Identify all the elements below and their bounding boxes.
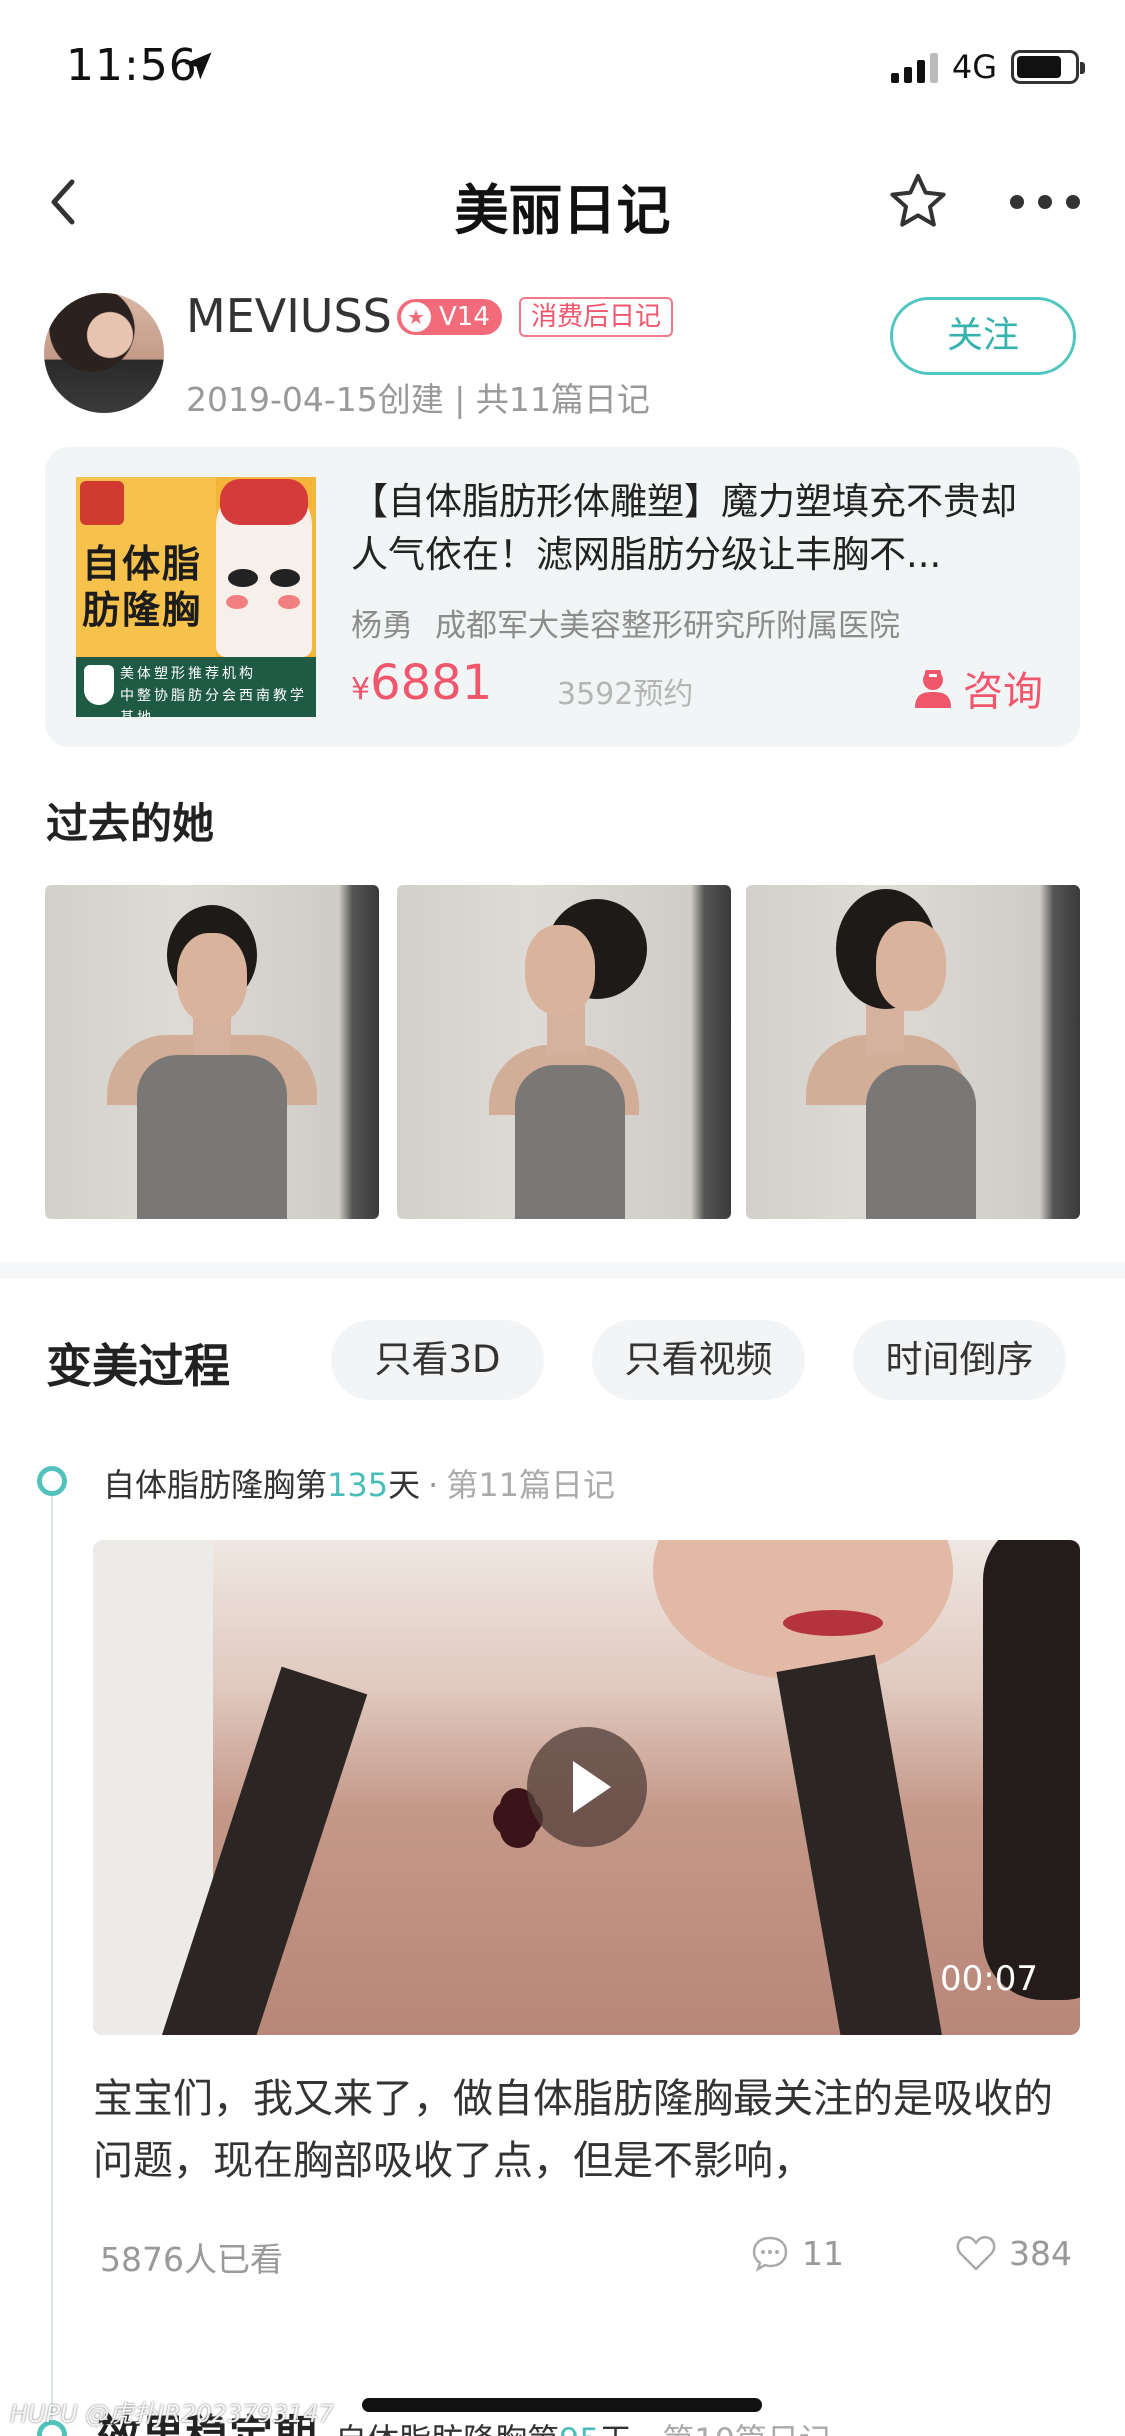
- product-card[interactable]: 自体脂肪隆胸 美体塑形推荐机构 中整协脂肪分会西南教学基地 【自体脂肪形体雕塑】…: [45, 447, 1080, 747]
- location-arrow-icon: [184, 52, 212, 80]
- network-label: 4G: [951, 48, 997, 86]
- entry-day: 135: [327, 1466, 389, 1504]
- product-price: ¥6881: [351, 655, 492, 711]
- home-indicator: [362, 2398, 762, 2412]
- entry-count: 第11篇日记: [446, 1466, 616, 1504]
- product-image: 自体脂肪隆胸 美体塑形推荐机构 中整协脂肪分会西南教学基地: [76, 477, 316, 717]
- next-entry-separator: ·: [642, 2421, 652, 2436]
- past-photo-back-side[interactable]: [746, 885, 1080, 1219]
- views-count: 5876人已看: [100, 2240, 283, 2279]
- sticker-icon: [80, 481, 124, 525]
- level-badge: ★ V14: [397, 299, 502, 335]
- play-icon[interactable]: [527, 1727, 647, 1847]
- filter-video-button[interactable]: 只看视频: [592, 1320, 805, 1400]
- shield-icon: [84, 665, 114, 705]
- avatar[interactable]: [44, 293, 164, 413]
- entry-text[interactable]: 宝宝们，我又来了，做自体脂肪隆胸最关注的是吸收的问题，现在胸部吸收了点，但是不影…: [93, 2068, 1083, 2192]
- comments-button[interactable]: 11: [750, 2233, 844, 2273]
- page-title: 美丽日记: [454, 179, 671, 242]
- comment-icon: [752, 2236, 788, 2272]
- author-meta: 2019-04-15创建 | 共11篇日记: [186, 380, 650, 419]
- watermark: HUPU @虎扑JR2023793147: [10, 2400, 334, 2428]
- consultant-icon: [915, 670, 951, 708]
- level-star-icon: ★: [401, 302, 431, 332]
- video-duration: 00:07: [940, 1959, 1038, 1999]
- past-section-title: 过去的她: [46, 799, 215, 848]
- next-entry-count: 第10篇日记: [662, 2421, 831, 2436]
- price-currency: ¥: [351, 672, 371, 707]
- timeline-dot: [37, 1466, 67, 1496]
- product-image-subtext-1: 美体塑形推荐机构: [120, 666, 256, 682]
- product-image-footer: 美体塑形推荐机构 中整协脂肪分会西南教学基地: [76, 657, 316, 717]
- pendant: [493, 1800, 529, 1836]
- status-bar: 11:56 4G: [0, 0, 1125, 132]
- diary-tag: 消费后日记: [519, 297, 674, 337]
- past-photo-front[interactable]: [45, 885, 379, 1219]
- signal-icon: [890, 51, 938, 83]
- likes-count: 384: [1009, 2233, 1072, 2273]
- product-doctor: 杨勇 成都军大美容整形研究所附属医院: [351, 600, 900, 645]
- product-image-text: 自体脂肪隆胸: [82, 542, 203, 632]
- more-icon[interactable]: [1010, 190, 1080, 214]
- author-name[interactable]: MEVIUSS: [186, 289, 392, 343]
- next-entry-header[interactable]: 自体脂肪隆胸第95天 · 第10篇日记: [335, 2415, 831, 2436]
- filter-3d-button[interactable]: 只看3D: [331, 1320, 544, 1400]
- comments-count: 11: [802, 2233, 844, 2273]
- status-time: 11:56: [66, 40, 198, 91]
- opera-face-illustration: [216, 479, 312, 657]
- entry-prefix: 自体脂肪隆胸第: [103, 1466, 328, 1504]
- timeline-line: [51, 1494, 53, 2434]
- product-image-subtext-2: 中整协脂肪分会西南教学基地: [120, 688, 307, 717]
- next-entry-day: 95: [559, 2421, 600, 2436]
- consult-button[interactable]: 咨询: [913, 659, 1043, 717]
- filter-reverse-order-button[interactable]: 时间倒序: [853, 1320, 1066, 1400]
- nav-bar: 美丽日记: [0, 140, 1125, 260]
- past-photo-side[interactable]: [397, 885, 731, 1219]
- hospital-name: 成都军大美容整形研究所附属医院: [435, 608, 900, 644]
- status-right: 4G: [890, 48, 1085, 86]
- doctor-name: 杨勇: [351, 608, 413, 644]
- consult-label: 咨询: [963, 669, 1043, 715]
- heart-icon: [956, 2235, 996, 2271]
- price-value: 6881: [370, 655, 493, 711]
- product-title: 【自体脂肪形体雕塑】魔力塑填充不贵却人气依在！滤网脂肪分级让丰胸不...: [351, 480, 1017, 576]
- entry-header[interactable]: 自体脂肪隆胸第135天 · 第11篇日记: [103, 1460, 615, 1506]
- section-divider: [0, 1262, 1125, 1278]
- entry-separator: ·: [428, 1466, 439, 1504]
- next-entry-suffix: 天: [600, 2421, 632, 2436]
- follow-button[interactable]: 关注: [890, 297, 1076, 375]
- author-header: MEVIUSS ★ V14 消费后日记 2019-04-15创建 | 共11篇日…: [0, 285, 1125, 425]
- level-label: V14: [439, 302, 490, 332]
- entry-stats: 5876人已看 11 384: [100, 2233, 1085, 2283]
- battery-icon: [1011, 50, 1085, 84]
- star-icon[interactable]: [886, 170, 950, 234]
- entry-video[interactable]: 00:07: [93, 1540, 1080, 2035]
- like-button[interactable]: 384: [955, 2233, 1072, 2273]
- entry-suffix: 天: [388, 1466, 421, 1504]
- process-section-title: 变美过程: [46, 1339, 230, 1393]
- next-entry-prefix: 自体脂肪隆胸第: [335, 2421, 559, 2436]
- booked-count: 3592预约: [557, 677, 694, 712]
